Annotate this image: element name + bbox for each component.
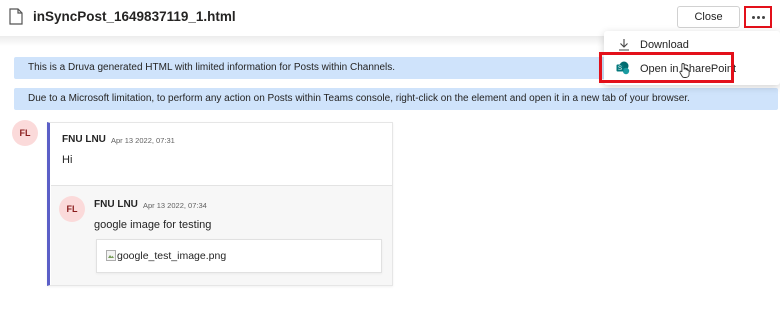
file-title: inSyncPost_1649837119_1.html [33, 9, 236, 24]
post-message: Hi [62, 154, 73, 166]
post-timestamp: Apr 13 2022, 07:31 [111, 136, 175, 145]
file-icon [9, 8, 23, 25]
reply-author: FNU LNU [94, 199, 138, 210]
sharepoint-highlight-box [599, 52, 734, 83]
info-banner-microsoft: Due to a Microsoft limitation, to perfor… [14, 88, 778, 110]
post-author: FNU LNU [62, 134, 106, 145]
reply-timestamp: Apr 13 2022, 07:34 [143, 201, 207, 210]
close-button[interactable]: Close [677, 6, 740, 28]
download-icon [619, 39, 629, 51]
broken-image-icon [106, 250, 116, 261]
hand-cursor-icon [679, 63, 690, 78]
more-options-button[interactable] [744, 6, 772, 28]
image-alt-text: google_test_image.png [117, 250, 227, 262]
reply-message: google image for testing [94, 219, 212, 231]
avatar: FL [12, 120, 38, 146]
menu-item-download-label: Download [640, 39, 689, 51]
more-horizontal-icon [751, 15, 755, 19]
reply-avatar: FL [59, 196, 85, 222]
